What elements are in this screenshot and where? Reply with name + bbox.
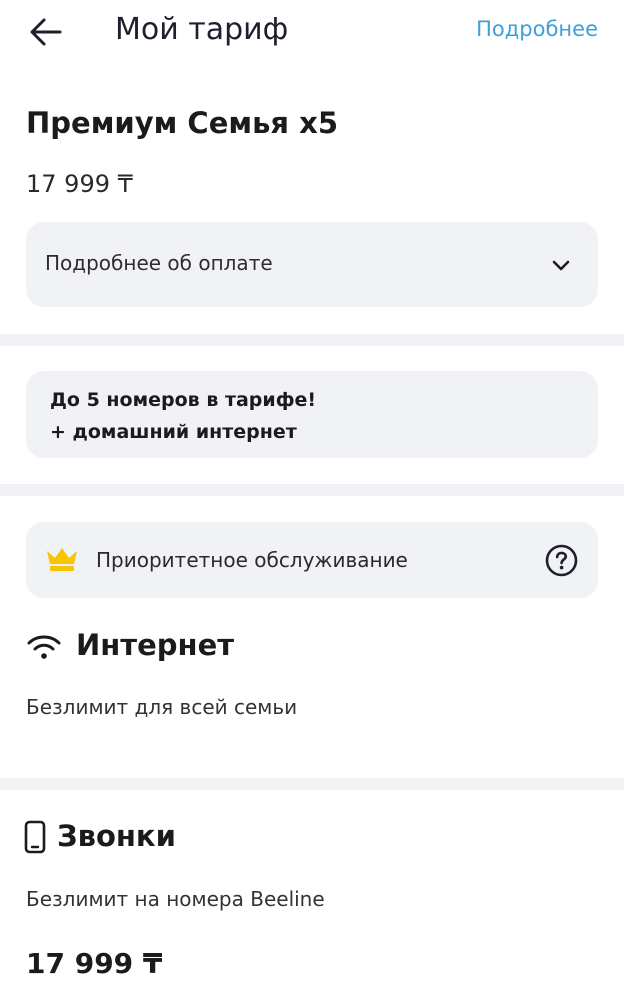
promo-card: До 5 номеров в тарифе! + домашний интерн… [26, 371, 598, 458]
section-divider [0, 484, 624, 496]
arrow-left-icon[interactable] [28, 14, 64, 50]
section-divider [0, 334, 624, 346]
calls-title: Звонки [57, 819, 176, 853]
calls-description: Безлимит на номера Beeline [26, 887, 325, 911]
priority-service-card: Приоритетное обслуживание [26, 522, 598, 598]
promo-line-1: До 5 номеров в тарифе! [50, 389, 317, 411]
calls-price: 17 999 ₸ [26, 947, 163, 980]
crown-icon [47, 548, 77, 571]
phone-icon [24, 820, 46, 854]
plan-price: 17 999 ₸ [26, 170, 133, 198]
priority-service-label: Приоритетное обслуживание [96, 548, 408, 572]
payment-details-label: Подробнее об оплате [45, 251, 273, 275]
plan-name: Премиум Семья x5 [26, 106, 339, 140]
internet-title: Интернет [76, 628, 235, 662]
section-divider [0, 778, 624, 790]
wifi-icon [27, 635, 61, 659]
promo-line-2: + домашний интернет [50, 421, 297, 443]
more-details-link[interactable]: Подробнее [476, 17, 598, 41]
question-circle-icon[interactable] [545, 544, 578, 577]
page-title: Мой тариф [115, 12, 289, 47]
chevron-down-icon [552, 260, 570, 271]
payment-details-dropdown[interactable]: Подробнее об оплате [26, 222, 598, 307]
internet-description: Безлимит для всей семьи [26, 695, 298, 719]
